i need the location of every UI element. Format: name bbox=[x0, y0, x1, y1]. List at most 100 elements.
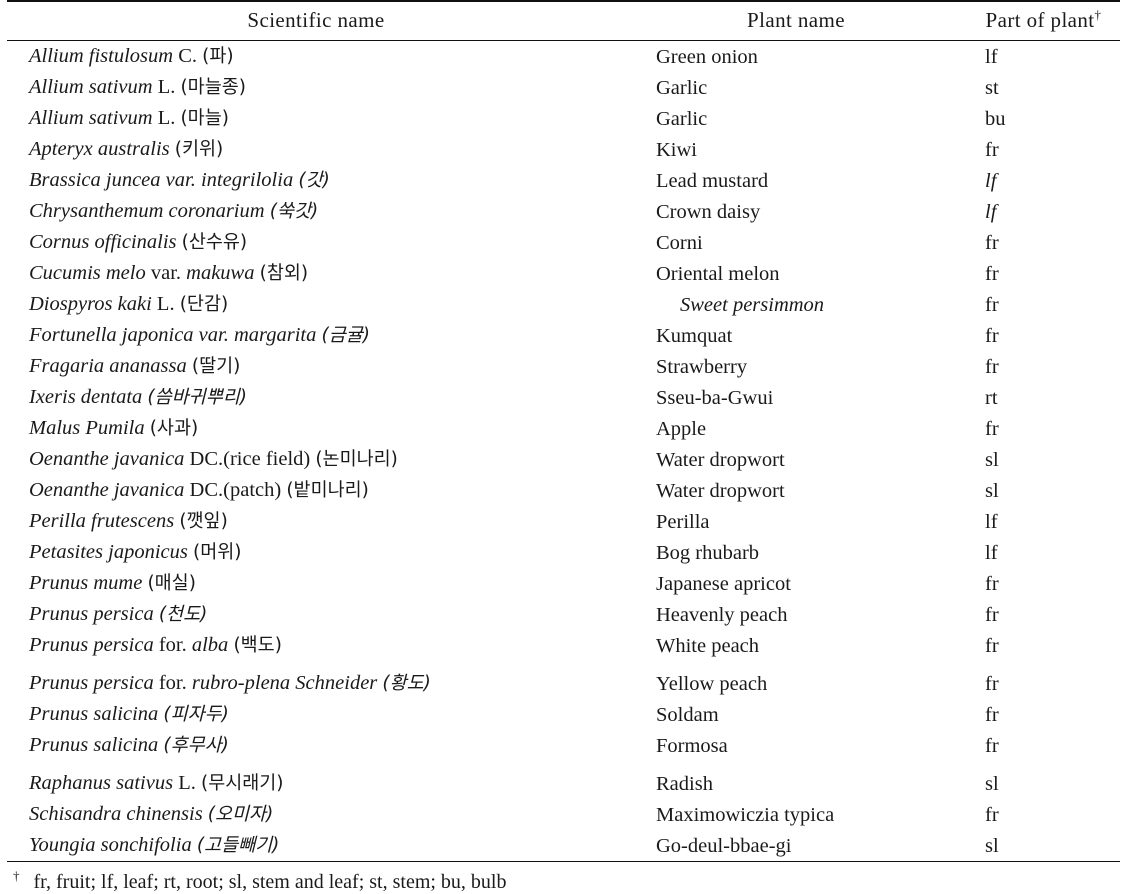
cell-plant-name: Perilla bbox=[656, 510, 710, 533]
table-row: Diospyros kaki L. (단감) Sweet persimmon fr bbox=[7, 289, 1120, 320]
cell-scientific-name: Oenanthe javanica DC.(rice field) (논미나리) bbox=[7, 444, 625, 475]
scientific-name-genus-species: Apteryx australis bbox=[29, 138, 170, 160]
table-row: Apteryx australis (키위) Kiwi fr bbox=[7, 134, 1120, 165]
scientific-name-korean: (밭미나리) bbox=[286, 480, 369, 501]
cell-part-of-plant: lf bbox=[985, 169, 997, 192]
cell-part-of-plant: fr bbox=[985, 603, 999, 626]
cell-scientific-name: Diospyros kaki L. (단감) bbox=[7, 289, 625, 320]
scientific-name-genus-species: Prunus persica bbox=[29, 603, 154, 625]
scientific-name-authority: DC.(rice field) bbox=[189, 448, 311, 470]
cell-part-of-plant: rt bbox=[985, 386, 998, 409]
scientific-name-korean: (논미나리) bbox=[315, 449, 398, 470]
cell-part-of-plant: fr bbox=[985, 417, 999, 440]
cell-part-of-plant: lf bbox=[985, 45, 998, 68]
column-header-part-of-plant: Part of plant† bbox=[967, 1, 1120, 41]
cell-part-of-plant: fr bbox=[985, 138, 999, 161]
cell-part-of-plant: fr bbox=[985, 231, 999, 254]
header-row: Scientific name Plant name Part of plant… bbox=[7, 1, 1120, 41]
scientific-name-authority: for. bbox=[158, 672, 187, 694]
scientific-name-korean: (머위) bbox=[192, 542, 242, 563]
scientific-name-korean: (파) bbox=[202, 46, 234, 67]
scientific-name-genus-species: Brassica juncea var. integrilolia bbox=[29, 169, 294, 191]
cell-plant-name: Formosa bbox=[656, 734, 728, 757]
cell-plant-name: Bog rhubarb bbox=[656, 541, 760, 564]
cell-plant-name: Sseu-ba-Gwui bbox=[656, 386, 774, 409]
scientific-name-korean: (단감) bbox=[179, 294, 229, 315]
scientific-name-korean: (갓) bbox=[298, 170, 330, 191]
cell-plant-name: Radish bbox=[656, 772, 713, 795]
table-header: Scientific name Plant name Part of plant… bbox=[7, 1, 1120, 41]
table-row: Prunus salicina (피자두) Soldam fr bbox=[7, 699, 1120, 730]
cell-part-of-plant: fr bbox=[985, 803, 999, 826]
cell-plant-name: Garlic bbox=[656, 107, 708, 130]
scientific-name-genus-species: Cornus officinalis bbox=[29, 231, 177, 253]
scientific-name-authority: var. bbox=[150, 262, 182, 284]
table-row: Brassica juncea var. integrilolia (갓) Lea… bbox=[7, 165, 1120, 196]
cell-part-of-plant: fr bbox=[985, 262, 999, 285]
scientific-name-korean: (매실) bbox=[147, 573, 196, 594]
table-row: Cucumis melo var. makuwa (참외) Oriental me… bbox=[7, 258, 1120, 289]
cell-scientific-name: Chrysanthemum coronarium (쑥갓) bbox=[7, 196, 625, 227]
footnote-dagger-icon: † bbox=[13, 868, 20, 884]
scientific-name-genus-species: Fortunella japonica var. margarita bbox=[29, 324, 317, 346]
cell-part-of-plant: sl bbox=[985, 479, 999, 502]
scientific-name-korean: (깻잎) bbox=[179, 511, 228, 532]
table-row: Allium sativum L. (마늘종) Garlic st bbox=[7, 72, 1120, 103]
cell-scientific-name: Fortunella japonica var. margarita (금귤) bbox=[7, 320, 625, 351]
table-row: Prunus persica for. alba (백도) White peach… bbox=[7, 630, 1120, 661]
scientific-name-korean: (무시래기) bbox=[200, 773, 284, 794]
cell-plant-name: Water dropwort bbox=[656, 448, 785, 471]
cell-plant-name: Crown daisy bbox=[656, 200, 761, 223]
table-row: Oenanthe javanica DC.(rice field) (논미나리)… bbox=[7, 444, 1120, 475]
cell-plant-name: Garlic bbox=[656, 76, 708, 99]
cell-plant-name: Apple bbox=[656, 417, 707, 440]
table-row: Petasites japonicus (머위) Bog rhubarb lf bbox=[7, 537, 1120, 568]
scientific-name-genus-species: Chrysanthemum coronarium bbox=[29, 200, 265, 222]
scientific-name-genus-species: Malus Pumila bbox=[29, 417, 145, 439]
column-header-scientific-name: Scientific name bbox=[7, 1, 625, 41]
scientific-name-korean: (사과) bbox=[149, 418, 199, 439]
cell-scientific-name: Petasites japonicus (머위) bbox=[7, 537, 625, 568]
cell-plant-name: Corni bbox=[656, 231, 703, 254]
cell-scientific-name: Cornus officinalis (산수유) bbox=[7, 227, 625, 258]
table-row: Perilla frutescens (깻잎) Perilla lf bbox=[7, 506, 1120, 537]
cell-part-of-plant: fr bbox=[985, 703, 999, 726]
species-table: Scientific name Plant name Part of plant… bbox=[7, 0, 1120, 862]
scientific-name-infraspecific: makuwa bbox=[186, 262, 255, 284]
column-header-scientific-name-label: Scientific name bbox=[247, 8, 385, 32]
cell-scientific-name: Ixeris dentata (씀바귀뿌리) bbox=[7, 382, 625, 413]
scientific-name-korean: (백도) bbox=[233, 635, 282, 656]
table-row: Prunus salicina (후무사) Formosa fr bbox=[7, 730, 1120, 761]
cell-plant-name: Sweet persimmon bbox=[680, 293, 825, 316]
table-row: Allium sativum L. (마늘) Garlic bu bbox=[7, 103, 1120, 134]
scientific-name-genus-species: Fragaria ananassa bbox=[29, 355, 187, 377]
cell-scientific-name: Prunus persica (천도) bbox=[7, 599, 625, 630]
cell-plant-name: Water dropwort bbox=[656, 479, 785, 502]
scientific-name-korean: (씀바귀뿌리) bbox=[147, 387, 247, 408]
scientific-name-authority: L. bbox=[156, 293, 175, 315]
cell-scientific-name: Allium fistulosum C. (파) bbox=[7, 41, 625, 73]
cell-plant-name: Yellow peach bbox=[656, 672, 768, 695]
scientific-name-genus-species: Allium sativum bbox=[29, 76, 153, 98]
cell-scientific-name: Prunus persica for. alba (백도) bbox=[7, 630, 625, 661]
scientific-name-korean: (황도) bbox=[382, 673, 431, 694]
cell-part-of-plant: fr bbox=[985, 293, 999, 316]
cell-part-of-plant: lf bbox=[985, 541, 998, 564]
table-row: Oenanthe javanica DC.(patch) (밭미나리) Water… bbox=[7, 475, 1120, 506]
cell-scientific-name: Oenanthe javanica DC.(patch) (밭미나리) bbox=[7, 475, 625, 506]
table-row: Schisandra chinensis (오미자) Maximowiczia t… bbox=[7, 799, 1120, 830]
cell-plant-name: Japanese apricot bbox=[656, 572, 791, 595]
cell-plant-name: White peach bbox=[656, 634, 760, 657]
cell-part-of-plant: fr bbox=[985, 672, 999, 695]
table-row: Cornus officinalis (산수유) Corni fr bbox=[7, 227, 1120, 258]
scientific-name-genus-species: Perilla frutescens bbox=[29, 510, 175, 532]
scientific-name-authority: for. bbox=[158, 634, 187, 656]
table-row: Fortunella japonica var. margarita (금귤) K… bbox=[7, 320, 1120, 351]
scientific-name-korean: (키위) bbox=[174, 139, 224, 160]
scientific-name-genus-species: Allium sativum bbox=[29, 107, 153, 129]
cell-scientific-name: Prunus salicina (후무사) bbox=[7, 730, 625, 761]
cell-scientific-name: Raphanus sativus L. (무시래기) bbox=[7, 761, 625, 799]
cell-scientific-name: Prunus salicina (피자두) bbox=[7, 699, 625, 730]
cell-scientific-name: Youngia sonchifolia (고들빼기) bbox=[7, 830, 625, 862]
scientific-name-genus-species: Prunus persica bbox=[29, 634, 154, 656]
